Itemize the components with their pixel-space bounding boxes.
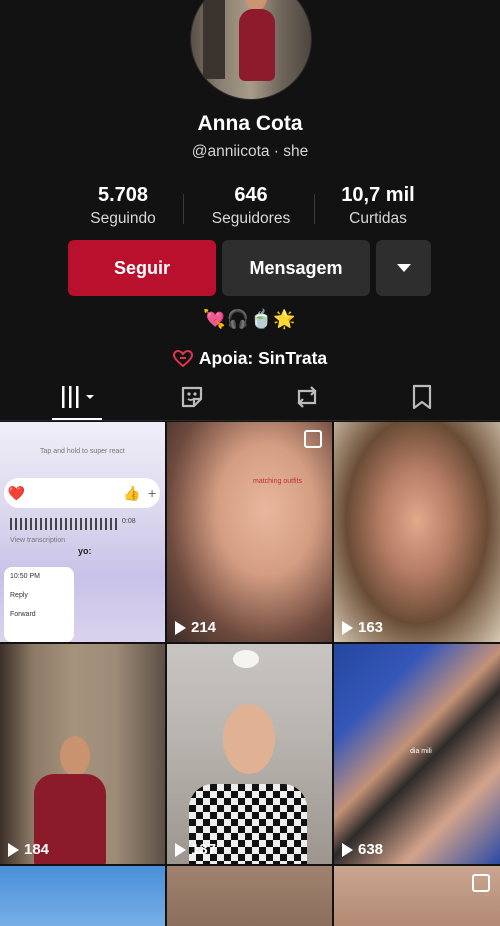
video-tile[interactable]: 137 [167, 644, 332, 864]
stat-following-value: 5.708 [97, 184, 149, 206]
tile-hint-text: Tap and hold to super react [40, 448, 125, 455]
avatar-figure [239, 9, 275, 81]
stat-likes[interactable]: 10,7 mil Curtidas [313, 184, 443, 228]
angry-icon: 😡 [100, 484, 116, 501]
stat-followers[interactable]: 646 Seguidores [186, 184, 316, 228]
view-transcription: View transcription [10, 537, 66, 544]
support-label: Apoia: SinTrata [198, 348, 328, 368]
follow-button[interactable]: Seguir [68, 240, 216, 296]
video-tile[interactable]: dia mili 638 [334, 644, 500, 864]
view-count-value: 214 [191, 619, 217, 636]
stat-likes-label: Curtidas [349, 210, 407, 227]
stat-followers-label: Seguidores [211, 210, 291, 227]
tab-favorites[interactable] [162, 380, 222, 414]
view-count-value: 638 [358, 841, 384, 858]
video-tile[interactable]: 163 [334, 422, 500, 642]
video-tile[interactable] [334, 866, 500, 926]
message-button[interactable]: Mensagem [222, 240, 370, 296]
play-icon [342, 620, 353, 635]
reaction-bar: ❤️ 😂 😮 😢 😡 👍 + [4, 478, 160, 508]
stat-following-label: Seguindo [90, 210, 156, 227]
avatar-background-door [203, 0, 225, 79]
view-count: 638 [342, 841, 383, 858]
photo-carousel-icon [304, 430, 322, 448]
sticker-icon [181, 386, 203, 408]
menu-time: 10:50 PM [10, 573, 40, 580]
view-count: 184 [8, 841, 49, 858]
play-icon [342, 842, 353, 857]
play-icon [8, 620, 19, 635]
tab-videos[interactable] [50, 380, 110, 414]
thumbs-up-icon: 👍 [123, 484, 141, 501]
repost-icon [297, 386, 317, 408]
view-count-value: 184 [24, 841, 50, 858]
tab-saved[interactable] [392, 380, 452, 414]
audio-waveform [10, 518, 120, 530]
tile-yo-text: yo: [78, 546, 92, 556]
video-tile[interactable] [167, 866, 332, 926]
stat-followers-value: 646 [234, 184, 268, 206]
bio-emoji: 💘🎧🍵🌟 [203, 309, 297, 329]
view-count-value: 137 [191, 841, 217, 858]
view-count: 450 [8, 619, 49, 636]
grid-icon [62, 386, 94, 408]
support-link[interactable]: Apoia: SinTrata [0, 348, 500, 369]
menu-reply: Reply [10, 592, 28, 599]
photo-carousel-icon [472, 874, 490, 892]
stat-following[interactable]: 5.708 Seguindo [58, 184, 188, 228]
more-options-button[interactable] [376, 240, 431, 296]
sad-icon: 😢 [78, 484, 94, 501]
video-tile[interactable]: 184 [0, 644, 165, 864]
profile-avatar[interactable] [190, 0, 312, 100]
view-count-value: 450 [24, 619, 50, 636]
video-tile[interactable] [0, 866, 165, 926]
wow-icon: 😮 [56, 484, 72, 501]
tile-ceiling-lamp [233, 650, 259, 668]
active-tab-indicator [52, 418, 102, 420]
heart-icon: ❤️ [7, 484, 26, 501]
tile-caption: matching outfits [253, 478, 303, 485]
profile-handle: @anniicota · she [191, 143, 309, 160]
view-count: 137 [175, 841, 216, 858]
play-icon [175, 620, 186, 635]
plus-icon: + [148, 485, 157, 501]
video-tile[interactable]: Tap and hold to super react ❤️ 😂 😮 😢 😡 👍… [0, 422, 165, 642]
tile-person-face [60, 736, 90, 776]
view-count: 163 [342, 619, 383, 636]
stat-likes-value: 10,7 mil [341, 184, 415, 206]
view-count-value: 163 [358, 619, 384, 636]
bookmark-icon [412, 384, 432, 410]
laugh-icon: 😂 [32, 484, 50, 501]
video-tile[interactable]: matching outfits 214 [167, 422, 332, 642]
tab-reposts[interactable] [277, 380, 337, 414]
tile-person-face [223, 704, 275, 774]
heart-ribbon-icon [172, 349, 193, 367]
audio-duration: 0:08 [122, 518, 136, 525]
play-icon [175, 842, 186, 857]
profile-tabs [0, 372, 500, 421]
tile-caption: dia mili [410, 748, 432, 755]
stat-divider [183, 194, 184, 224]
profile-name: Anna Cota [197, 112, 303, 135]
view-count: 214 [175, 619, 216, 636]
play-icon [8, 842, 19, 857]
chevron-down-icon [396, 264, 411, 272]
